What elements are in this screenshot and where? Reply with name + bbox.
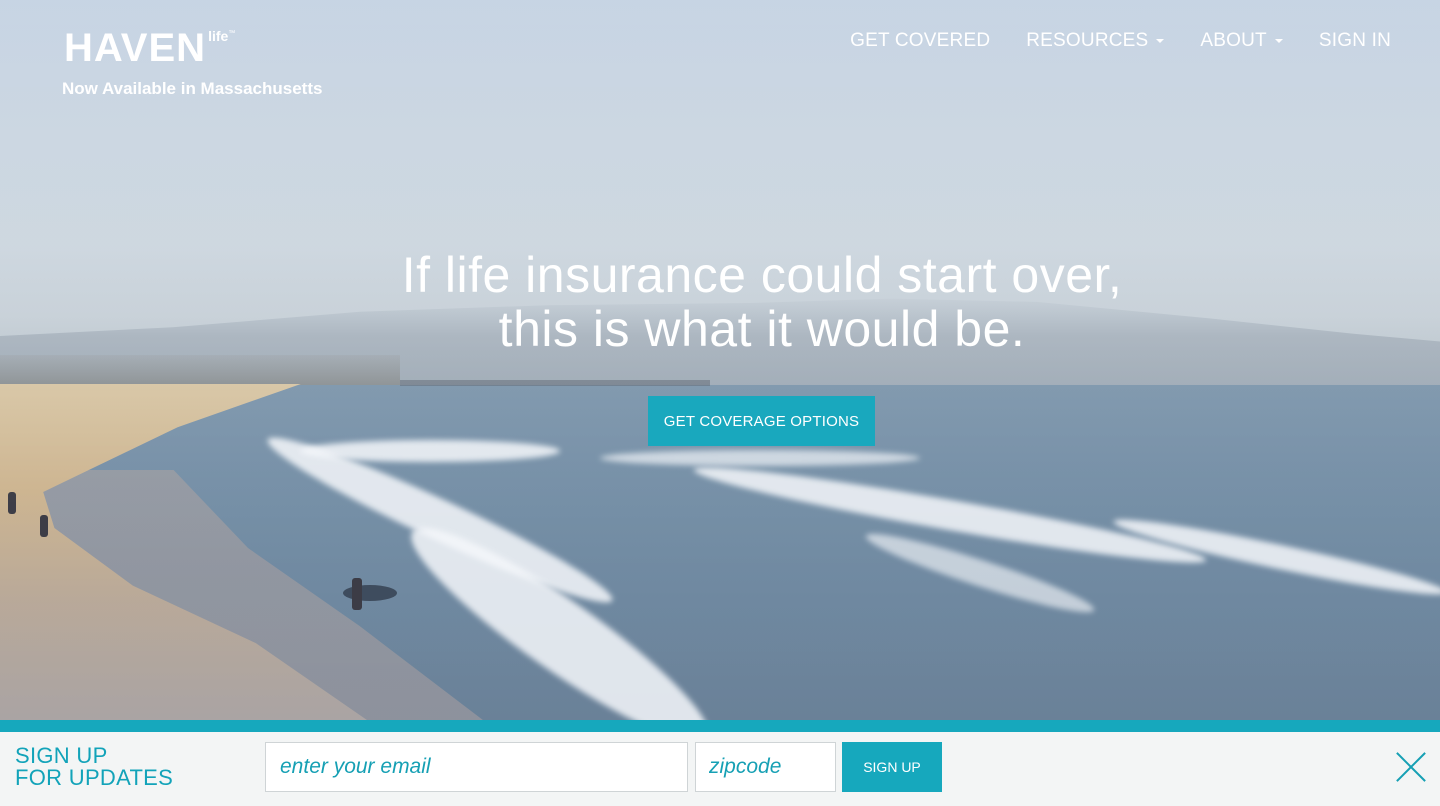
caret-down-icon <box>1156 39 1165 43</box>
nav-label: SIGN IN <box>1318 30 1391 51</box>
get-coverage-options-button[interactable]: GET COVERAGE OPTIONS <box>648 396 875 446</box>
headline-line-2: this is what it would be. <box>498 301 1026 357</box>
signup-bar: SIGN UP FOR UPDATES SIGN UP <box>0 732 1440 806</box>
signup-title-line-1: SIGN UP <box>15 743 108 768</box>
email-field[interactable] <box>265 742 688 792</box>
signup-title-line-2: FOR UPDATES <box>15 765 174 790</box>
nav-resources[interactable]: RESOURCES <box>1026 30 1165 52</box>
availability-tagline: Now Available in Massachusetts <box>62 79 323 98</box>
nav-label: GET COVERED <box>850 30 991 51</box>
logo-wordmark: HAVEN <box>64 26 207 70</box>
sign-up-button[interactable]: SIGN UP <box>842 742 942 792</box>
close-icon[interactable] <box>1396 752 1426 782</box>
haven-life-logo[interactable]: HAVEN life ™ <box>64 26 235 70</box>
zipcode-field[interactable] <box>695 742 836 792</box>
nav-label: ABOUT <box>1200 30 1267 51</box>
logo-life: life <box>208 28 229 44</box>
main-nav: GET COVERED RESOURCES ABOUT SIGN IN <box>850 30 1391 52</box>
site-header: HAVEN life ™ Now Available in Massachuse… <box>0 0 1440 110</box>
nav-about[interactable]: ABOUT <box>1200 30 1283 52</box>
headline-line-1: If life insurance could start over, <box>401 247 1123 303</box>
nav-get-covered[interactable]: GET COVERED <box>850 30 990 52</box>
signup-bar-accent <box>0 720 1440 732</box>
logo-trademark: ™ <box>228 30 236 37</box>
caret-down-icon <box>1274 39 1283 43</box>
signup-title: SIGN UP FOR UPDATES <box>15 745 173 789</box>
nav-label: RESOURCES <box>1026 30 1149 51</box>
nav-sign-in[interactable]: SIGN IN <box>1319 30 1391 52</box>
hero-headline: If life insurance could start over, this… <box>0 248 1440 356</box>
